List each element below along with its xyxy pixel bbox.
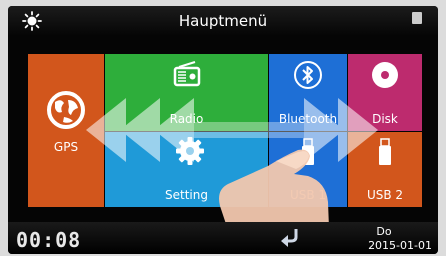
disc-icon xyxy=(372,62,398,88)
tile-usb-1-label: USB 1 xyxy=(289,188,327,202)
tile-settings[interactable]: Setting xyxy=(105,132,268,207)
top-bar: Hauptmenü xyxy=(8,6,438,36)
radio-icon xyxy=(173,61,201,87)
bottom-bar: 00:08 Do 2015-01-01 xyxy=(8,222,438,254)
tile-usb-2-label: USB 2 xyxy=(366,188,404,202)
tile-usb-1[interactable]: USB 1 xyxy=(269,132,347,207)
tile-disk-label: Disk xyxy=(372,112,398,126)
clock-time: 00:08 xyxy=(16,228,82,252)
tile-radio[interactable]: Radio xyxy=(105,54,268,131)
tile-settings-label: Setting xyxy=(165,188,208,202)
back-arrow-icon[interactable] xyxy=(280,227,300,249)
head-unit-screen: Hauptmenü GPS Radio Setting Bluetooth Di… xyxy=(8,6,438,254)
gear-icon xyxy=(176,137,204,165)
usb-icon xyxy=(379,138,391,165)
sd-card-icon xyxy=(412,12,422,24)
globe-icon xyxy=(47,91,85,129)
tile-usb-2[interactable]: USB 2 xyxy=(348,132,422,207)
tile-radio-label: Radio xyxy=(169,112,204,126)
usb-icon xyxy=(302,138,314,165)
tile-disk[interactable]: Disk xyxy=(348,54,422,131)
tile-bluetooth-label: Bluetooth xyxy=(278,112,338,126)
weekday: Do xyxy=(376,225,392,238)
date: 2015-01-01 xyxy=(368,239,432,252)
bluetooth-icon xyxy=(294,61,322,89)
page-title: Hauptmenü xyxy=(178,12,268,30)
tile-gps[interactable]: GPS xyxy=(28,54,104,207)
tile-gps-label: GPS xyxy=(53,140,79,154)
tile-bluetooth[interactable]: Bluetooth xyxy=(269,54,347,131)
